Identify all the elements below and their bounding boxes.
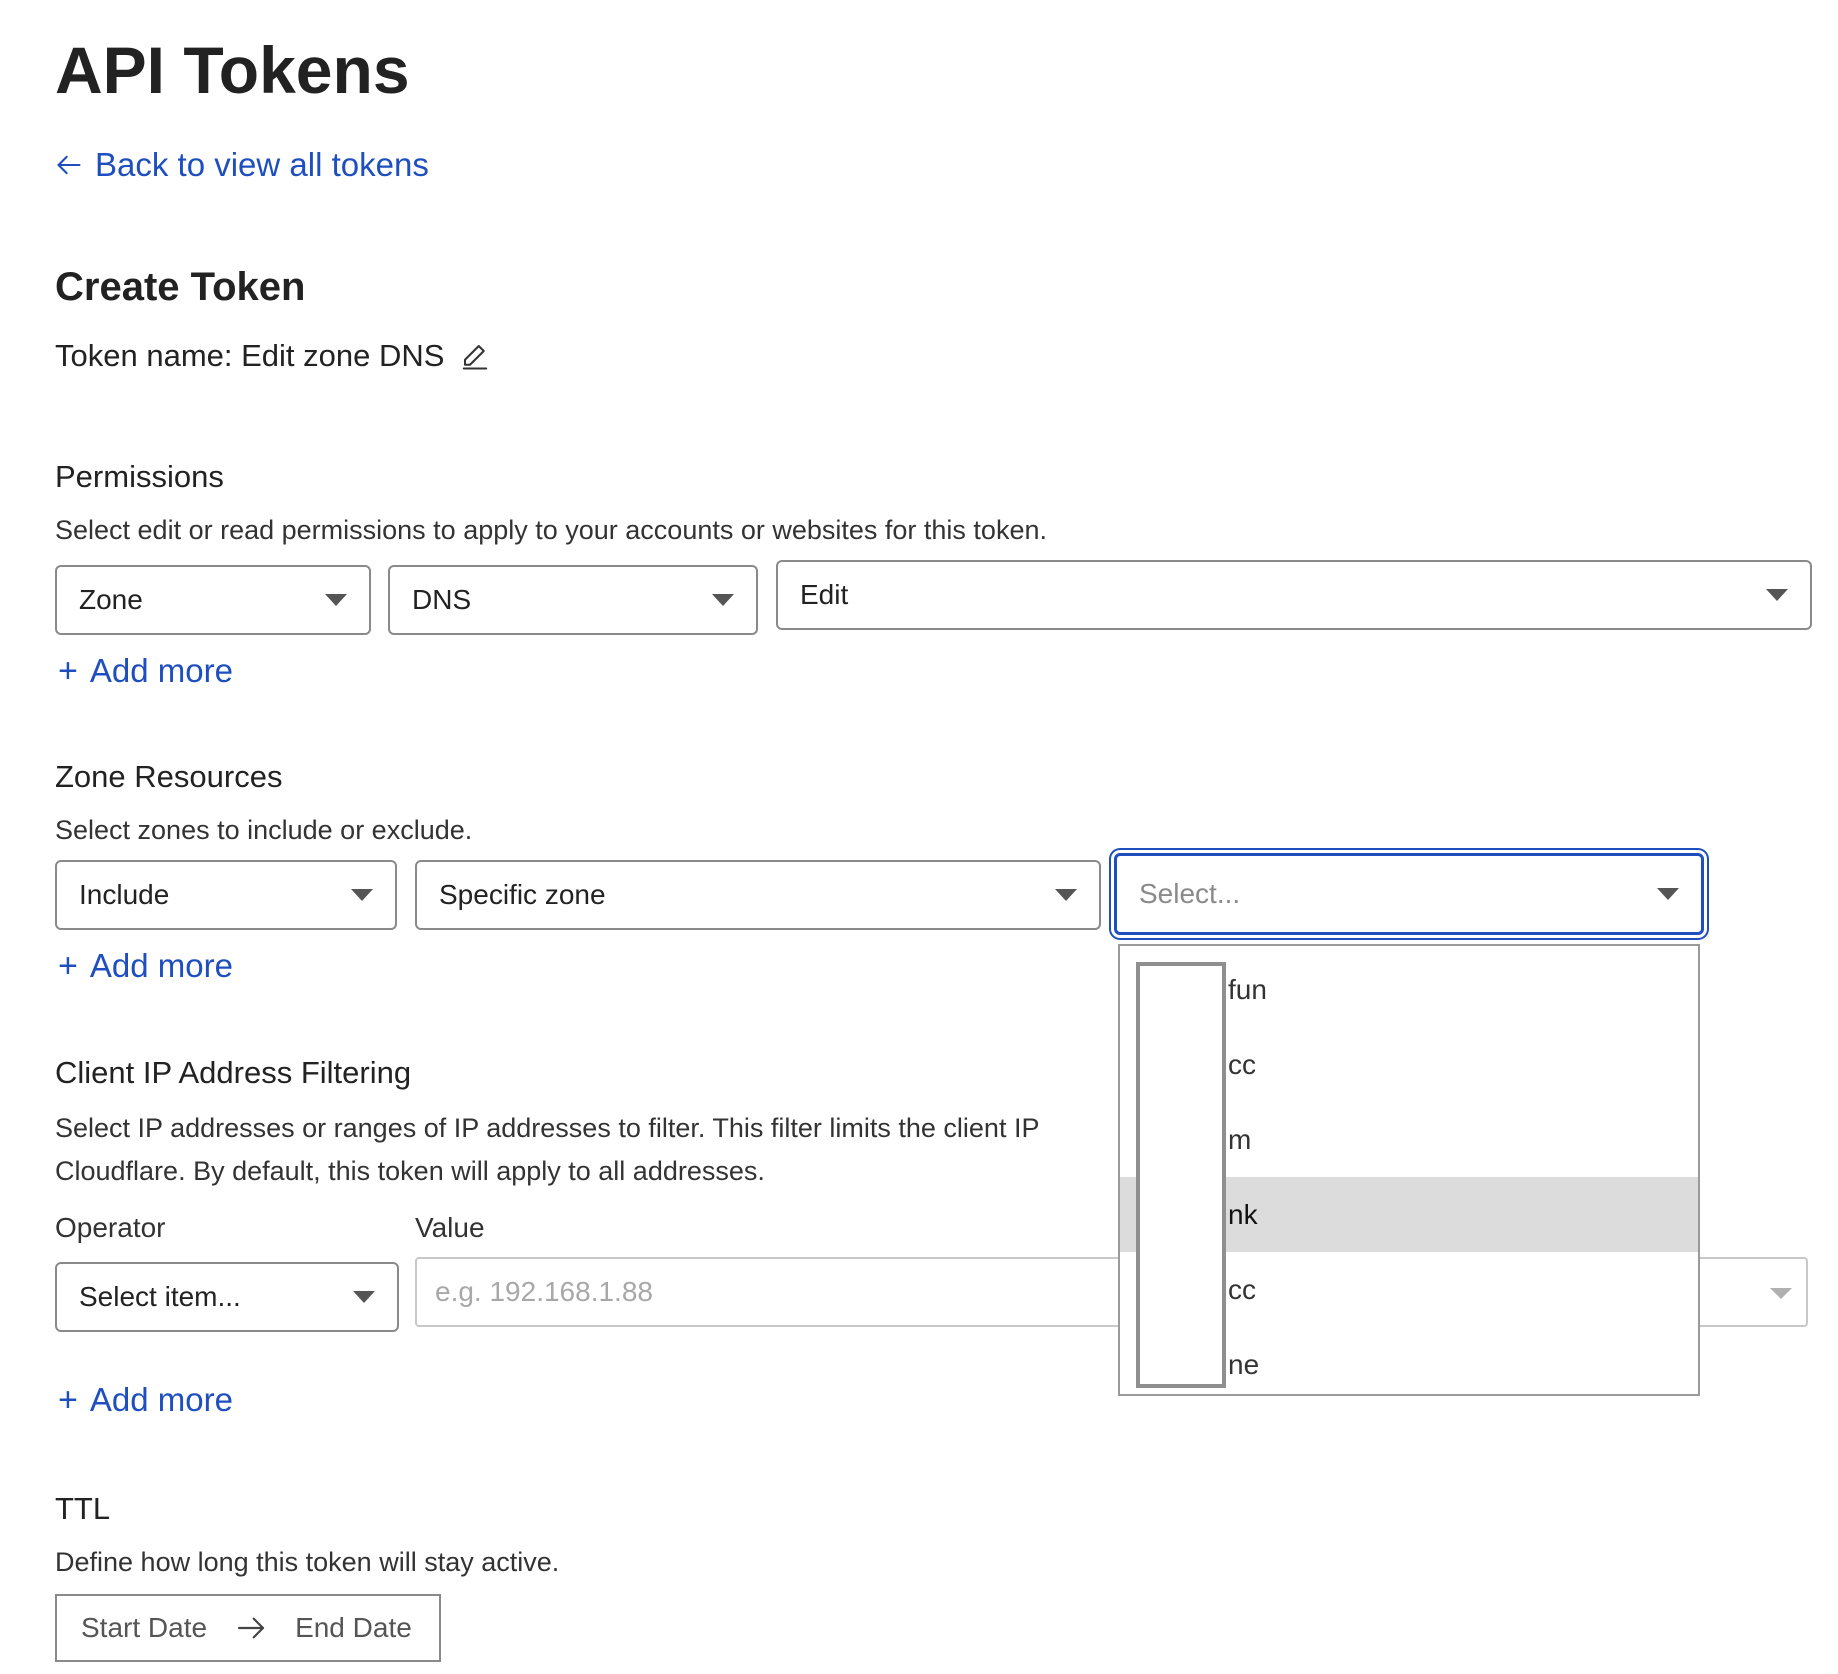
arrow-left-icon: [57, 155, 81, 175]
start-date-input[interactable]: Start Date: [81, 1612, 207, 1644]
ip-filter-description-1: Select IP addresses or ranges of IP addr…: [55, 1113, 1040, 1143]
permission-level-value: Edit: [800, 579, 849, 610]
operator-label: Operator: [55, 1212, 166, 1243]
add-more-label: Add more: [89, 947, 233, 984]
plus-icon: +: [58, 1381, 78, 1419]
back-link-label: Back to view all tokens: [95, 146, 429, 183]
page-title: API Tokens: [55, 33, 410, 107]
plus-icon: +: [58, 947, 78, 985]
end-date-input[interactable]: End Date: [295, 1612, 412, 1644]
permissions-add-more-button[interactable]: + Add more: [58, 651, 233, 691]
value-label: Value: [415, 1212, 485, 1243]
ttl-heading: TTL: [55, 1491, 111, 1526]
caret-down-icon: [712, 594, 734, 606]
add-more-label: Add more: [89, 1381, 233, 1418]
ip-filter-description-2: Cloudflare. By default, this token will …: [55, 1156, 765, 1186]
plus-icon: +: [58, 652, 78, 690]
add-more-label: Add more: [89, 652, 233, 689]
create-token-heading: Create Token: [55, 265, 306, 309]
permission-scope-select[interactable]: Zone: [55, 565, 371, 635]
caret-down-icon[interactable]: [1770, 1288, 1792, 1299]
ip-filter-heading: Client IP Address Filtering: [55, 1055, 412, 1090]
zone-mode-select[interactable]: Include: [55, 860, 397, 930]
redaction-box: [1136, 962, 1226, 1388]
zone-select[interactable]: Select...: [1114, 853, 1704, 935]
ttl-description: Define how long this token will stay act…: [55, 1547, 560, 1577]
permission-resource-value: DNS: [412, 584, 472, 615]
permissions-description: Select edit or read permissions to apply…: [55, 515, 1047, 545]
caret-down-icon: [351, 889, 373, 901]
caret-down-icon: [1766, 589, 1788, 601]
caret-down-icon: [353, 1291, 375, 1303]
ip-add-more-button[interactable]: + Add more: [58, 1380, 233, 1420]
caret-down-icon: [1657, 888, 1679, 900]
permission-scope-value: Zone: [79, 584, 143, 615]
permission-level-select[interactable]: Edit: [776, 560, 1812, 630]
permissions-heading: Permissions: [55, 459, 224, 494]
operator-placeholder: Select item...: [79, 1281, 241, 1312]
back-to-tokens-link[interactable]: Back to view all tokens: [55, 145, 429, 185]
zone-add-more-button[interactable]: + Add more: [58, 946, 233, 986]
zone-target-value: Specific zone: [439, 879, 606, 910]
zone-select-placeholder: Select...: [1139, 878, 1241, 909]
caret-down-icon: [325, 594, 347, 606]
arrow-right-icon: [237, 1617, 265, 1639]
pencil-icon[interactable]: [460, 341, 490, 371]
zone-resources-heading: Zone Resources: [55, 759, 283, 794]
zone-mode-value: Include: [79, 879, 170, 910]
token-name-row: Token name: Edit zone DNS: [55, 334, 490, 378]
permission-resource-select[interactable]: DNS: [388, 565, 758, 635]
zone-resources-description: Select zones to include or exclude.: [55, 815, 473, 845]
ttl-date-range[interactable]: Start Date End Date: [55, 1594, 441, 1662]
caret-down-icon: [1055, 889, 1077, 901]
operator-select[interactable]: Select item...: [55, 1262, 399, 1332]
zone-target-select[interactable]: Specific zone: [415, 860, 1101, 930]
token-name-label: Token name: Edit zone DNS: [55, 338, 445, 373]
